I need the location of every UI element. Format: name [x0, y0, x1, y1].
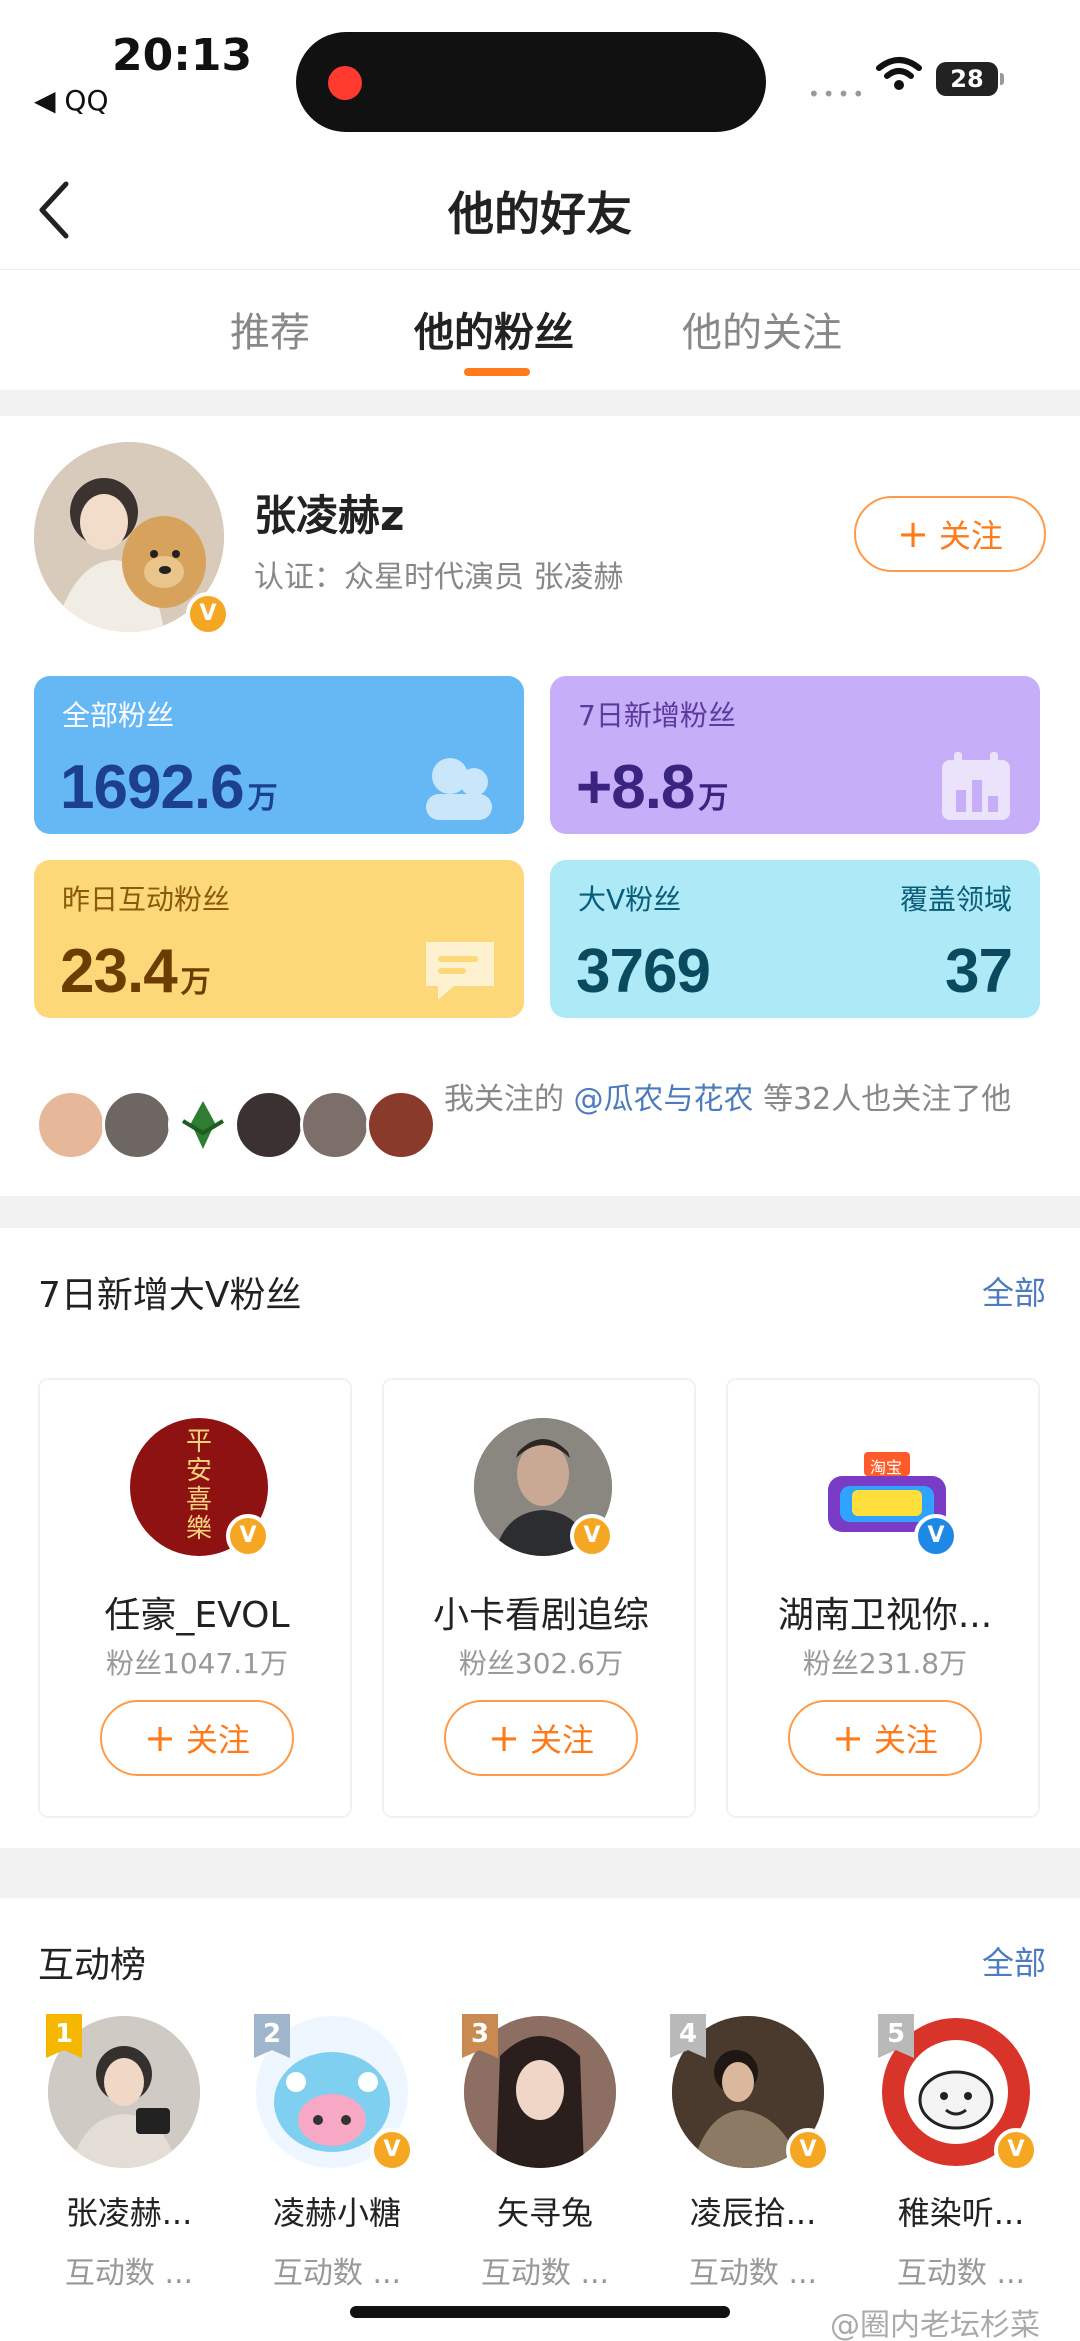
recording-dot-icon [328, 66, 362, 100]
watermark: @圈内老坛杉菜 [830, 2308, 1040, 2341]
bigv-fans-count: 粉丝1047.1万 [106, 1647, 288, 1680]
rank-item[interactable]: 1 张凌赫... 互动数 ... [34, 2014, 224, 2291]
profile-verification: 认证：众星时代演员 张凌赫 [254, 560, 624, 595]
bigv-name: 任豪_EVOL [104, 1595, 290, 1636]
verified-v-icon: V [370, 2128, 414, 2172]
rank-interaction-count: 互动数 ... [688, 2256, 818, 2291]
stat-value: +8.8 万 [576, 753, 728, 822]
fans-group-icon [426, 758, 492, 820]
mutual-link[interactable]: @瓜农与花农 [574, 1082, 754, 1117]
bigv-card[interactable]: 淘宝 V 湖南卫视你... 粉丝231.8万 + 关注 [726, 1378, 1040, 1818]
battery-icon: 28 [936, 62, 1004, 96]
rank-name: 凌辰拾... [689, 2194, 817, 2232]
verified-v-icon: V [570, 1514, 614, 1558]
bigv-card[interactable]: V 小卡看剧追综 粉丝302.6万 + 关注 [382, 1378, 696, 1818]
avatar [168, 1090, 238, 1160]
follow-button[interactable]: + 关注 [854, 496, 1046, 572]
bigv-fans-count: 粉丝302.6万 [458, 1647, 624, 1680]
avatar [102, 1090, 172, 1160]
stat-value: 23.4 万 [60, 937, 211, 1006]
verified-v-icon: V [786, 2128, 830, 2172]
avatar [300, 1090, 370, 1160]
stat-value: 1692.6 万 [60, 753, 278, 822]
mutual-followers-text: 我关注的 @瓜农与花农 等32人也关注了他 [444, 1082, 1012, 1117]
view-all-link[interactable]: 全部 [982, 1938, 1046, 1984]
plus-icon: + [144, 1716, 176, 1760]
back-to-app-link[interactable]: ◀ QQ [34, 84, 109, 117]
signal-icon: •••• [808, 82, 868, 106]
rank-interaction-count: 互动数 ... [896, 2256, 1026, 2291]
active-tab-indicator [464, 368, 530, 376]
rank-item[interactable]: 3 矢寻兔 互动数 ... [450, 2014, 640, 2291]
bigv-fans-section: 7日新增大V粉丝 全部 平安喜樂 V 任豪_EVOL 粉丝1047.1万 + 关注… [0, 1228, 1080, 1848]
verified-v-icon: V [186, 592, 230, 636]
dynamic-island [296, 32, 766, 132]
avatar [234, 1090, 304, 1160]
follow-button[interactable]: + 关注 [444, 1700, 638, 1776]
rank-interaction-count: 互动数 ... [64, 2256, 194, 2291]
verified-v-icon: V [994, 2128, 1038, 2172]
plus-icon: + [832, 1716, 864, 1760]
plus-icon: + [897, 512, 929, 556]
status-time: 20:13 [112, 30, 253, 81]
rank-item[interactable]: V 2 凌赫小糖 互动数 ... [242, 2014, 432, 2291]
rank-item[interactable]: V 5 稚染听... 互动数 ... [866, 2014, 1056, 2291]
stat-bigv-fans[interactable]: 大V粉丝 覆盖领域 3769 37 [550, 860, 1040, 1018]
stat-interact-fans[interactable]: 昨日互动粉丝 23.4 万 [34, 860, 524, 1018]
nav-bar: 他的好友 [0, 150, 1080, 270]
calendar-chart-icon [942, 752, 1010, 820]
home-indicator[interactable] [350, 2306, 730, 2318]
stat-label: 7日新增粉丝 [578, 699, 736, 732]
wifi-icon [876, 57, 922, 90]
bigv-fans-count: 粉丝231.8万 [802, 1647, 968, 1680]
rank-name: 稚染听... [897, 2194, 1025, 2232]
stat-value: 3769 [576, 937, 711, 1006]
bigv-card[interactable]: 平安喜樂 V 任豪_EVOL 粉丝1047.1万 + 关注 [38, 1378, 352, 1818]
plus-icon: + [488, 1716, 520, 1760]
avatar-text: 淘宝 [870, 1458, 903, 1477]
bigv-name: 小卡看剧追综 [432, 1595, 649, 1636]
chat-bubble-icon [426, 942, 494, 1000]
stat-new-fans[interactable]: 7日新增粉丝 +8.8 万 [550, 676, 1040, 834]
tab-bar: 推荐 他的粉丝 他的关注 [0, 270, 1080, 390]
mutual-followers-row[interactable]: 我关注的 @瓜农与花农 等32人也关注了他 [36, 1074, 1056, 1164]
follow-button[interactable]: + 关注 [788, 1700, 982, 1776]
stat-label: 昨日互动粉丝 [62, 883, 231, 916]
status-bar: 20:13 ◀ QQ •••• 28 [0, 0, 1080, 150]
stat-label: 全部粉丝 [62, 699, 175, 732]
bigv-name: 湖南卫视你... [777, 1595, 993, 1636]
rank-interaction-count: 互动数 ... [272, 2256, 402, 2291]
rank-name: 矢寻兔 [496, 2194, 593, 2232]
rank-name: 张凌赫... [65, 2194, 193, 2232]
verified-v-icon: V [914, 1514, 958, 1558]
page-title: 他的好友 [448, 187, 632, 241]
avatar [366, 1090, 436, 1160]
domain-label: 覆盖领域 [899, 883, 1012, 916]
verified-v-icon: V [226, 1514, 270, 1558]
section-title: 互动榜 [38, 1945, 147, 1986]
rank-item[interactable]: V 4 凌辰拾... 互动数 ... [658, 2014, 848, 2291]
avatar [36, 1090, 106, 1160]
interaction-rank-section: 互动榜 全部 1 张凌赫... 互动数 ... V 2 凌赫小糖 互动数 ...… [0, 1898, 1080, 2341]
avatar-text: 平安喜樂 [185, 1427, 212, 1544]
view-all-link[interactable]: 全部 [982, 1268, 1046, 1314]
section-title: 7日新增大V粉丝 [38, 1275, 302, 1316]
rank-name: 凌赫小糖 [272, 2194, 401, 2232]
stat-label: 大V粉丝 [578, 883, 682, 916]
profile-name: 张凌赫z [254, 491, 405, 540]
domain-value: 37 [945, 937, 1013, 1006]
tab-his-following[interactable]: 他的关注 [682, 300, 842, 358]
tab-his-fans[interactable]: 他的粉丝 [414, 300, 574, 358]
profile-card: V 张凌赫z 认证：众星时代演员 张凌赫 + 关注 全部粉丝 1692.6 万 7日… [0, 416, 1080, 1196]
stat-all-fans[interactable]: 全部粉丝 1692.6 万 [34, 676, 524, 834]
rank-interaction-count: 互动数 ... [480, 2256, 610, 2291]
follow-button[interactable]: + 关注 [100, 1700, 294, 1776]
follow-label: 关注 [938, 517, 1003, 555]
tab-recommend[interactable]: 推荐 [230, 300, 310, 358]
